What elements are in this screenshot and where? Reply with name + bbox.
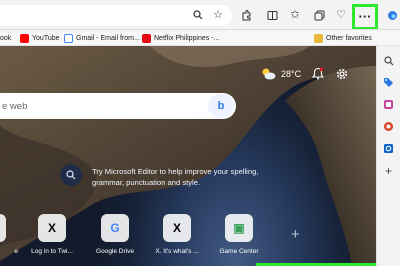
google-logo-icon: G <box>101 214 129 242</box>
tile-label: Game Center <box>219 248 259 255</box>
google-icon <box>64 33 73 43</box>
favorite-youtube[interactable]: YouTube <box>20 33 60 43</box>
favorite-label: Netflix Philippines -... <box>154 34 220 42</box>
tile-label: Log in to Twi... <box>31 248 73 255</box>
site-icon <box>0 214 6 242</box>
outlook-icon[interactable] <box>382 142 395 155</box>
new-tab-page: 28°C e web b Try Microsoft Editor to hel… <box>0 46 376 266</box>
office-icon[interactable] <box>382 120 395 133</box>
tile-game-center[interactable]: ▣ Game Center <box>213 214 265 255</box>
bing-chat-button[interactable]: b <box>208 94 234 118</box>
tile-label: e <box>14 248 18 255</box>
search-input[interactable]: e web <box>0 93 236 119</box>
game-center-icon: ▣ <box>225 214 253 242</box>
netflix-icon <box>142 33 151 43</box>
add-shortcut-button[interactable]: + <box>291 226 300 243</box>
favorite-label: YouTube <box>32 34 60 42</box>
tools-icon[interactable] <box>382 98 395 111</box>
notification-bell-icon[interactable] <box>311 67 325 83</box>
other-favorites-label: Other favorites <box>326 34 372 42</box>
editor-promo-text: Try Microsoft Editor to help improve you… <box>92 167 259 187</box>
x-logo-icon: X <box>163 214 191 242</box>
split-screen-icon[interactable] <box>266 9 278 21</box>
search-placeholder: e web <box>2 100 28 112</box>
tile-partial[interactable]: e <box>0 214 18 255</box>
settings-gear-icon[interactable] <box>336 67 348 85</box>
right-sidebar: + <box>376 46 400 266</box>
favorite-netflix[interactable]: Netflix Philippines -... <box>142 33 219 43</box>
tile-twitter-login[interactable]: X Log in to Twi... <box>26 214 78 255</box>
tile-label: X. It's what's ... <box>155 248 199 255</box>
temperature-label: 28°C <box>281 69 302 79</box>
edge-logo-icon[interactable] <box>386 9 398 21</box>
browser-toolbar: ☆ ✩ ♡ ··· <box>0 0 400 30</box>
youtube-icon <box>20 33 29 43</box>
other-favorites[interactable]: Other favorites <box>314 33 372 43</box>
favorite-item[interactable]: ook <box>0 33 11 43</box>
browser-essentials-icon[interactable]: ♡ <box>335 9 347 21</box>
favorites-icon[interactable]: ✩ <box>289 9 301 21</box>
favorite-label: ook <box>0 34 12 42</box>
tile-x[interactable]: X X. It's what's ... <box>151 214 203 255</box>
favorites-bar: ook YouTube Gmail - Email from... Netfli… <box>0 30 400 46</box>
editor-search-icon <box>60 164 82 186</box>
more-options-button[interactable]: ··· <box>352 4 378 30</box>
add-sidebar-app-icon[interactable]: + <box>382 164 395 178</box>
favorite-star-icon[interactable]: ☆ <box>212 9 224 21</box>
search-icon[interactable] <box>382 54 395 67</box>
x-logo-icon: X <box>38 214 66 242</box>
collections-icon[interactable] <box>313 9 325 21</box>
bing-icon: b <box>217 100 225 112</box>
shopping-tag-icon[interactable] <box>382 76 395 89</box>
tile-label: Google Drive <box>96 248 134 255</box>
search-icon[interactable] <box>192 9 204 21</box>
weather-widget[interactable]: 28°C <box>260 66 301 82</box>
extension-icon[interactable] <box>240 9 252 21</box>
favorite-label: Gmail - Email from... <box>76 34 140 42</box>
favorite-gmail[interactable]: Gmail - Email from... <box>64 33 140 43</box>
tile-google-drive[interactable]: G Google Drive <box>89 214 141 255</box>
folder-icon <box>314 33 323 43</box>
partly-cloudy-icon <box>262 68 276 80</box>
